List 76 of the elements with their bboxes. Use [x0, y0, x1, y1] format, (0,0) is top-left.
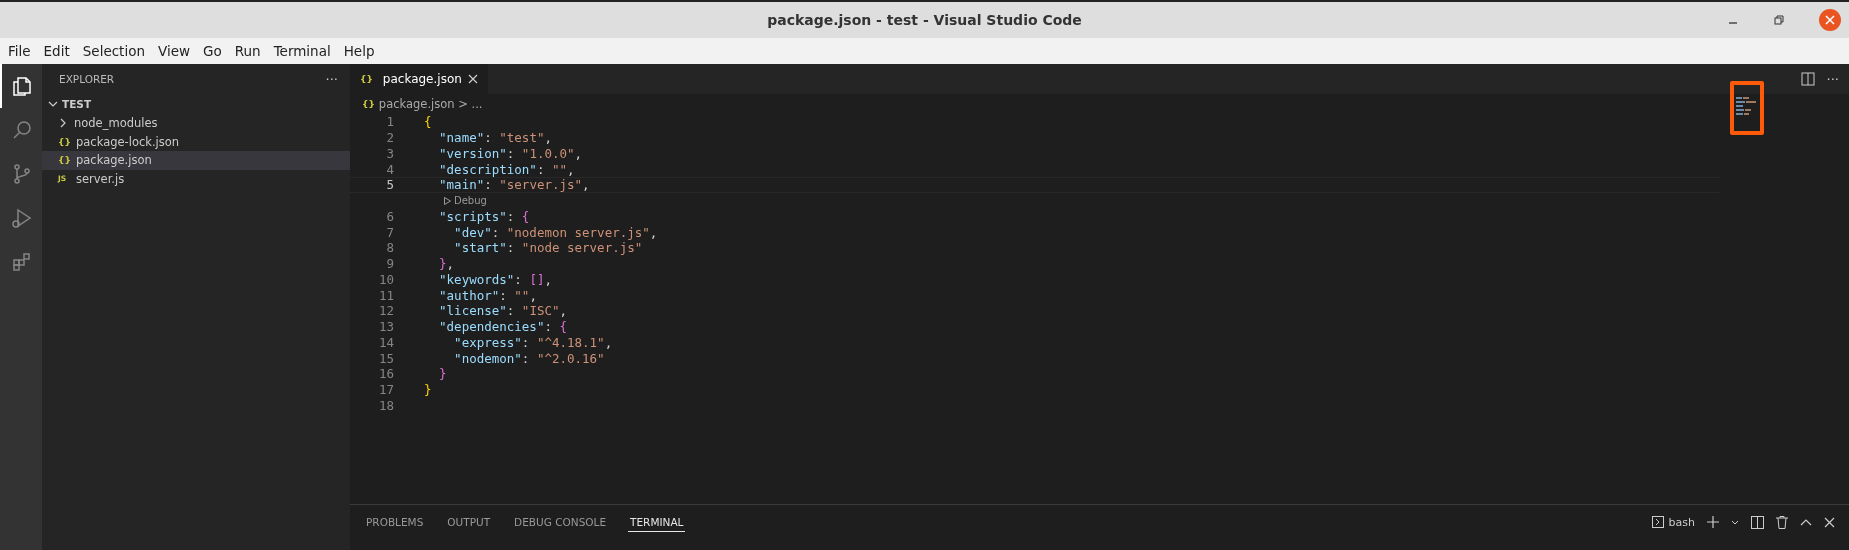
- line-number: 1: [385, 114, 394, 130]
- code-line: "dev": "nodemon server.js",: [453, 224, 658, 240]
- code-line: {: [424, 114, 432, 130]
- line-number: 5: [385, 177, 394, 193]
- line-number: 4: [385, 161, 394, 177]
- explorer-row[interactable]: node_modules: [42, 114, 350, 133]
- line-number: 14: [377, 334, 394, 350]
- split-editor-icon[interactable]: [1800, 72, 1815, 86]
- panel-tab[interactable]: PROBLEMS: [364, 512, 426, 532]
- line-number: 16: [377, 366, 394, 382]
- terminal-picker[interactable]: bash: [1651, 515, 1695, 529]
- line-number: 2: [385, 130, 394, 146]
- files-icon[interactable]: [10, 74, 34, 98]
- line-number: 18: [377, 397, 394, 413]
- terminal-icon: [1651, 516, 1664, 528]
- maximize-icon[interactable]: [1800, 518, 1812, 526]
- menu-item[interactable]: Edit: [43, 43, 70, 59]
- code-line: "express": "^4.18.1",: [453, 334, 613, 350]
- restore-icon[interactable]: [1773, 14, 1785, 26]
- menu-item[interactable]: Go: [203, 43, 222, 59]
- line-number: 10: [377, 271, 394, 287]
- debug-codelens[interactable]: Debug: [454, 195, 487, 207]
- code-line: "main": "server.js",: [438, 177, 590, 193]
- code-line: "dependencies": {: [438, 319, 567, 335]
- trash-icon[interactable]: [1776, 515, 1788, 529]
- code-line: "license": "ISC",: [438, 303, 568, 319]
- window-title: package.json - test - Visual Studio Code: [767, 12, 1082, 28]
- close-icon[interactable]: [467, 74, 478, 84]
- line-number: 9: [385, 256, 394, 272]
- folder-header[interactable]: TEST: [42, 94, 350, 114]
- code-line: }: [438, 366, 447, 382]
- more-actions-button[interactable]: ···: [1826, 71, 1839, 87]
- file-type-icon: {}: [58, 136, 70, 147]
- explorer-row[interactable]: {} package-lock.json: [42, 132, 350, 151]
- panel-tab[interactable]: OUTPUT: [445, 512, 493, 532]
- play-icon: [444, 196, 451, 205]
- panel-tab[interactable]: DEBUG CONSOLE: [512, 512, 609, 532]
- menu-item[interactable]: Help: [343, 43, 375, 59]
- code-line: "description": "",: [438, 161, 575, 177]
- code-line: "name": "test",: [438, 130, 552, 146]
- run-debug-icon[interactable]: [10, 206, 34, 230]
- breadcrumb[interactable]: {} package.json > ...: [350, 94, 1719, 114]
- explorer-row[interactable]: {} package.json: [42, 151, 350, 170]
- more-actions-button[interactable]: ···: [325, 71, 338, 87]
- code-line: "version": "1.0.0",: [438, 145, 583, 161]
- menu-item[interactable]: Terminal: [273, 43, 331, 59]
- menu-item[interactable]: File: [8, 43, 31, 59]
- split-terminal-icon[interactable]: [1751, 515, 1764, 529]
- editor-tab[interactable]: {} package.json: [350, 64, 488, 94]
- chevron-icon: [48, 99, 58, 109]
- menu-item[interactable]: Selection: [82, 43, 145, 59]
- code-line: "nodemon": "^2.0.16": [453, 350, 605, 366]
- file-type-icon: {}: [58, 155, 70, 166]
- line-number: 17: [377, 382, 394, 398]
- line-number: 6: [385, 208, 394, 224]
- code-line: "start": "node server.js": [453, 240, 643, 256]
- code-line: "author": "",: [438, 287, 537, 303]
- explorer-title: EXPLORER: [59, 73, 115, 85]
- code-line: "keywords": [],: [438, 271, 552, 287]
- code-line: },: [438, 256, 455, 272]
- add-icon[interactable]: [1707, 516, 1719, 528]
- line-number: 7: [385, 224, 394, 240]
- line-number: 8: [385, 240, 394, 256]
- line-number: 11: [377, 287, 394, 303]
- line-number: 15: [377, 350, 394, 366]
- close-icon[interactable]: [1824, 516, 1835, 528]
- menu-item[interactable]: View: [157, 43, 190, 59]
- line-number: 3: [385, 145, 394, 161]
- code-line: }: [424, 382, 432, 398]
- line-number: 12: [377, 303, 394, 319]
- panel-tab[interactable]: TERMINAL: [628, 512, 686, 532]
- menu-item[interactable]: Run: [234, 43, 261, 59]
- chevron-icon: [58, 118, 68, 129]
- line-number: 13: [377, 319, 394, 335]
- chevron-icon[interactable]: [1731, 518, 1739, 526]
- code-line: "scripts": {: [438, 208, 530, 224]
